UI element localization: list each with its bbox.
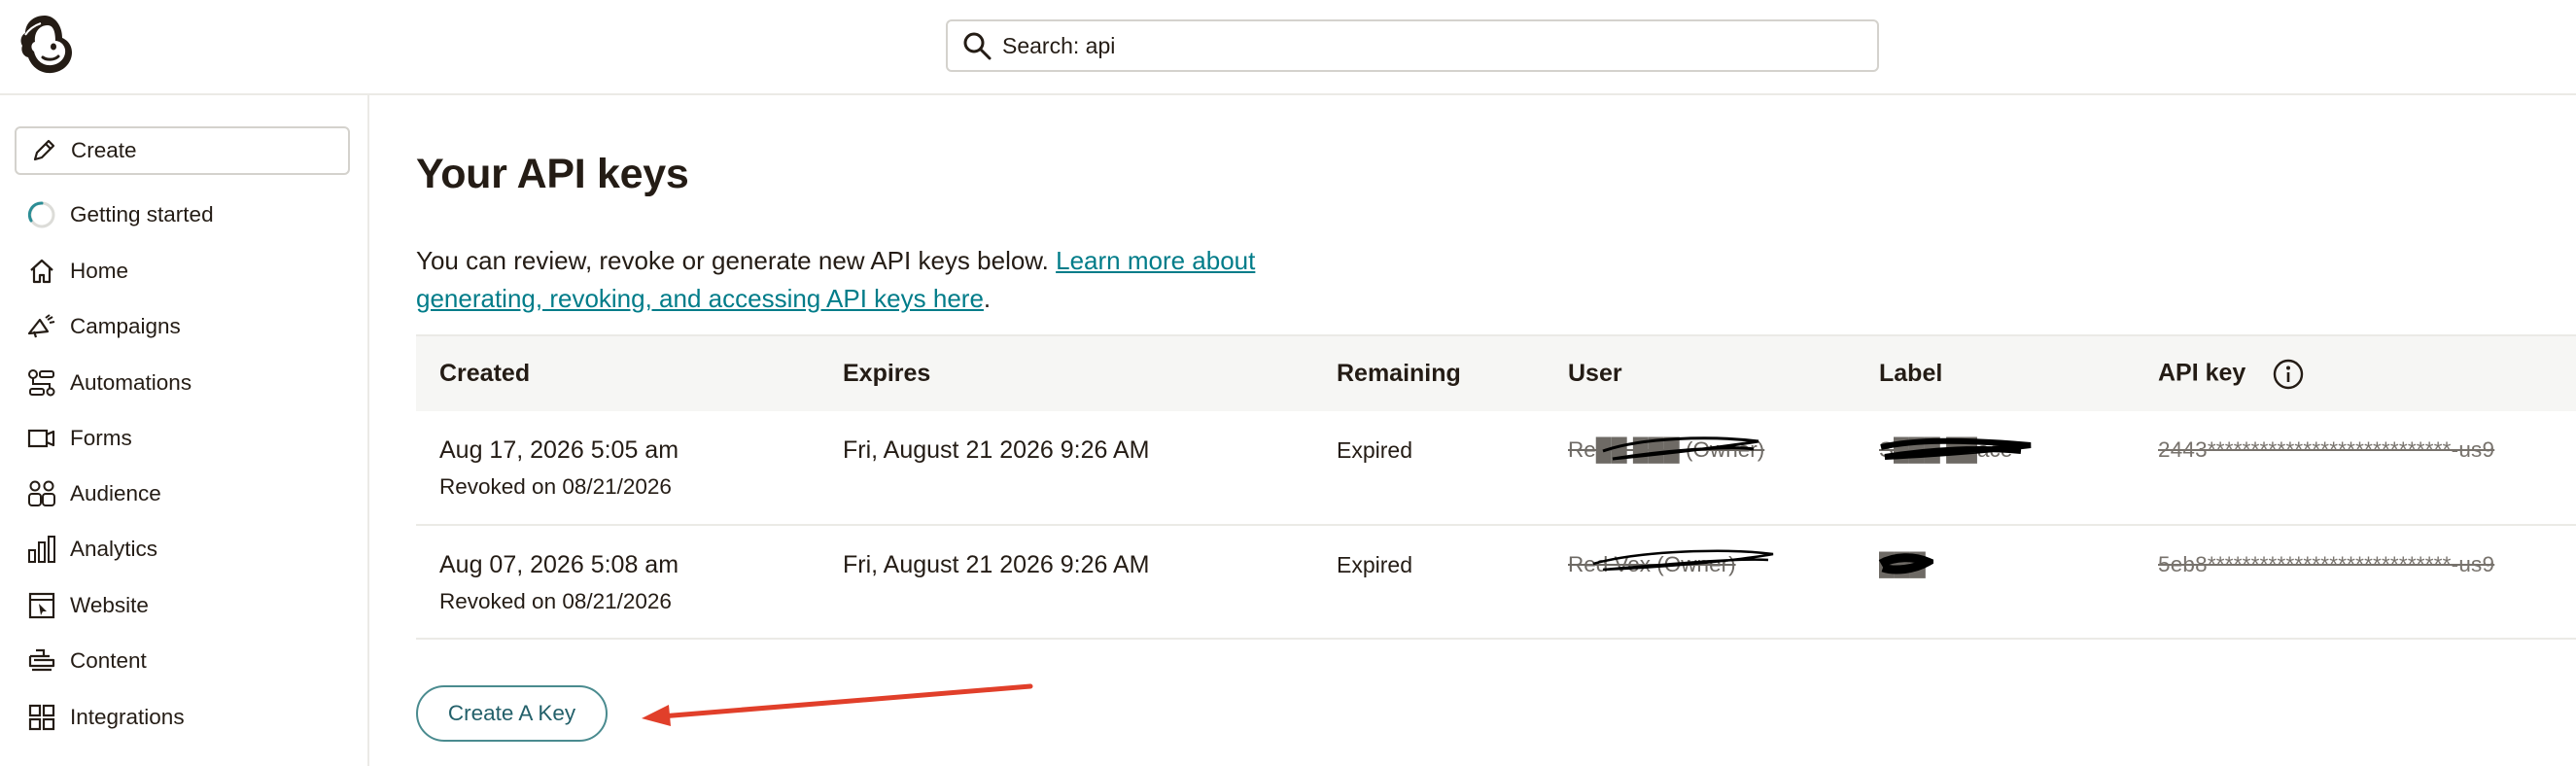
sidebar-item-home[interactable]: Home: [0, 246, 367, 296]
expires-date: Fri, August 21 2026 9:26 AM: [843, 436, 1150, 464]
sidebar-item-website[interactable]: Website: [0, 580, 367, 631]
search-value: Search: api: [1002, 32, 1116, 58]
sidebar-item-label: Getting started: [70, 202, 214, 226]
sidebar-item-campaigns[interactable]: Campaigns: [0, 301, 367, 352]
page-title: Your API keys: [416, 151, 689, 197]
intro-end: .: [983, 284, 992, 313]
create-label: Create: [71, 138, 137, 162]
cell-expires: Fri, August 21 2026 9:26 AM: [819, 411, 1313, 525]
column-header-created: Created: [439, 360, 531, 387]
sidebar-item-label: Campaigns: [70, 314, 181, 338]
cell-user: Red Vox (Owner): [1545, 525, 1856, 639]
sidebar-item-label: Website: [70, 593, 149, 617]
cell-label: S███ ██ace: [1856, 411, 2135, 525]
redacted-label: ███: [1878, 548, 1933, 581]
cell-remaining: Expired: [1313, 525, 1545, 639]
audience-icon: [26, 478, 57, 509]
api-key-value: 2443****************************-us9: [2158, 437, 2495, 462]
remaining-status: Expired: [1337, 437, 1412, 463]
redacted-user: Re██ ███ (Owner): [1568, 434, 1764, 467]
sidebar-item-label: Content: [70, 648, 147, 673]
sidebar-item-forms[interactable]: Forms: [0, 413, 367, 464]
redacted-user: Red Vox (Owner): [1568, 548, 1774, 581]
revoked-date: Revoked on 08/21/2026: [439, 589, 672, 613]
sidebar-item-automations[interactable]: Automations: [0, 358, 367, 408]
cell-expires: Fri, August 21 2026 9:26 AM: [819, 525, 1313, 639]
intro-paragraph: You can review, revoke or generate new A…: [416, 242, 1291, 318]
create-button[interactable]: Create: [15, 126, 350, 175]
bar-chart-icon: [26, 534, 57, 565]
sidebar-item-label: Integrations: [70, 705, 185, 729]
column-header-remaining: Remaining: [1337, 360, 1461, 387]
created-date: Aug 07, 2026 5:08 am: [439, 551, 679, 578]
home-icon: [26, 256, 57, 287]
intro-text: You can review, revoke or generate new A…: [416, 246, 1057, 275]
search-icon: [963, 32, 992, 60]
website-icon: [26, 590, 57, 621]
sidebar-item-integrations[interactable]: Integrations: [0, 692, 367, 743]
progress-ring-icon: [26, 199, 57, 230]
sidebar-item-label: Audience: [70, 481, 161, 505]
info-icon[interactable]: [2272, 358, 2305, 391]
label-value: ███: [1879, 552, 1926, 576]
sidebar-item-content[interactable]: Content: [0, 636, 367, 686]
cell-created: Aug 17, 2026 5:05 am Revoked on 08/21/20…: [416, 411, 819, 525]
sidebar-nav: Create Getting started Home Campaigns Au…: [0, 95, 369, 766]
api-key-value: 5eb8****************************-us9: [2158, 552, 2495, 576]
cell-api-key: 5eb8****************************-us9: [2135, 525, 2576, 639]
top-header: Search: api: [0, 0, 2576, 95]
sidebar-item-label: Forms: [70, 426, 132, 450]
megaphone-icon: [26, 311, 57, 342]
mailchimp-logo-icon[interactable]: [16, 12, 78, 80]
sidebar-item-analytics[interactable]: Analytics: [0, 524, 367, 574]
redacted-label: S███ ██ace: [1879, 434, 2032, 467]
revoked-date: Revoked on 08/21/2026: [439, 474, 672, 499]
cell-label: ███: [1856, 525, 2135, 639]
remaining-status: Expired: [1337, 552, 1412, 577]
sidebar-item-label: Home: [70, 259, 129, 283]
column-header-api-key: API key: [2135, 335, 2576, 411]
table-header-row: Created Expires Remaining User Label API…: [416, 335, 2576, 411]
sidebar-item-label: Automations: [70, 370, 192, 395]
api-keys-table: Created Expires Remaining User Label API…: [416, 334, 2576, 640]
grid-icon: [26, 702, 57, 733]
api-key-header-text: API key: [2158, 359, 2246, 387]
sidebar-item-getting-started[interactable]: Getting started: [0, 190, 367, 240]
create-a-key-button[interactable]: Create A Key: [416, 685, 608, 742]
forms-icon: [26, 423, 57, 454]
table-row: Aug 07, 2026 5:08 am Revoked on 08/21/20…: [416, 525, 2576, 639]
expires-date: Fri, August 21 2026 9:26 AM: [843, 551, 1150, 578]
sidebar-item-audience[interactable]: Audience: [0, 469, 367, 519]
automations-icon: [26, 367, 57, 399]
cell-created: Aug 07, 2026 5:08 am Revoked on 08/21/20…: [416, 525, 819, 639]
user-name: Red Vox (Owner): [1568, 552, 1736, 576]
search-input[interactable]: Search: api: [946, 19, 1879, 72]
column-header-user: User: [1568, 360, 1622, 387]
pencil-icon: [28, 135, 59, 166]
content-icon: [26, 645, 57, 677]
created-date: Aug 17, 2026 5:05 am: [439, 436, 679, 464]
cell-remaining: Expired: [1313, 411, 1545, 525]
column-header-label: Label: [1879, 360, 1943, 387]
cell-user: Re██ ███ (Owner): [1545, 411, 1856, 525]
user-name: Re██ ███ (Owner): [1568, 437, 1765, 462]
label-value: S███ ██ace: [1879, 437, 2013, 462]
annotation-arrow: [642, 683, 1033, 726]
cell-api-key: 2443****************************-us9: [2135, 411, 2576, 525]
sidebar-item-label: Analytics: [70, 537, 158, 561]
table-row: Aug 17, 2026 5:05 am Revoked on 08/21/20…: [416, 411, 2576, 525]
column-header-expires: Expires: [843, 360, 931, 387]
